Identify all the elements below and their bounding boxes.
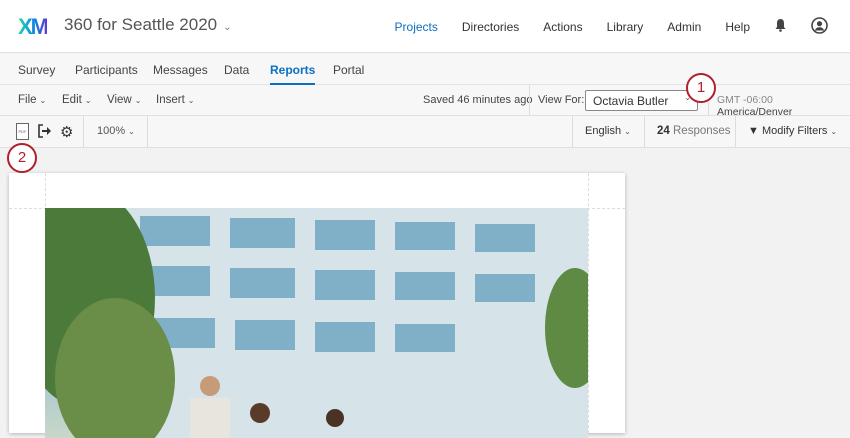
export-icon[interactable]	[38, 124, 52, 141]
report-toolbar: PDF ⚙ 100% ⌄ English ⌄ 24 Responses ▼ Modi…	[0, 116, 850, 148]
menu-bar: File ⌄ Edit ⌄ View ⌄ Insert ⌄ Saved 46 minut…	[0, 85, 850, 118]
nav-help[interactable]: Help	[725, 20, 750, 34]
saved-status: Saved 46 minutes ago	[423, 94, 533, 106]
margin-guide	[588, 173, 589, 433]
divider	[644, 116, 645, 147]
tab-participants[interactable]: Participants	[75, 63, 138, 77]
zoom-value: 100%	[97, 125, 126, 137]
chevron-down-icon: ⌄	[128, 127, 135, 136]
report-canvas	[0, 148, 850, 438]
tab-portal[interactable]: Portal	[333, 63, 364, 77]
chevron-down-icon: ⌄	[830, 127, 838, 136]
menu-insert-label: Insert	[156, 94, 185, 106]
pdf-icon[interactable]: PDF	[16, 123, 29, 140]
nav-projects[interactable]: Projects	[395, 20, 438, 34]
view-for-value: Octavia Butler	[593, 94, 669, 108]
view-for-label: View For:	[538, 94, 585, 106]
cover-image[interactable]	[45, 208, 588, 438]
divider	[572, 116, 573, 147]
gear-icon[interactable]: ⚙	[60, 123, 73, 141]
chevron-down-icon: ⌄	[39, 96, 47, 105]
bell-icon[interactable]	[774, 18, 787, 35]
tab-survey[interactable]: Survey	[18, 63, 55, 77]
divider	[735, 116, 736, 147]
callout-2: 2	[7, 143, 37, 173]
zoom-select[interactable]: 100% ⌄	[97, 125, 135, 137]
modify-filters-button[interactable]: ▼ Modify Filters ⌄	[748, 125, 837, 137]
menu-file-label: File	[18, 94, 37, 106]
user-avatar-icon[interactable]	[811, 16, 828, 37]
responses-label: Responses	[673, 125, 731, 137]
nav-library[interactable]: Library	[607, 20, 644, 34]
nav-admin[interactable]: Admin	[667, 20, 701, 34]
responses-count[interactable]: 24 Responses	[657, 125, 731, 137]
project-title-dropdown[interactable]: 360 for Seattle 2020 ⌄	[64, 15, 232, 35]
nav-directories[interactable]: Directories	[462, 20, 519, 34]
divider	[147, 116, 148, 147]
callout-1: 1	[686, 73, 716, 103]
tab-reports[interactable]: Reports	[270, 63, 316, 85]
tab-messages[interactable]: Messages	[153, 63, 208, 77]
chevron-down-icon: ⌄	[134, 96, 142, 105]
top-nav: Projects Directories Actions Library Adm…	[395, 0, 850, 53]
responses-number: 24	[657, 125, 670, 137]
xm-logo[interactable]: XM	[18, 14, 49, 40]
report-page[interactable]	[9, 173, 625, 438]
tab-data[interactable]: Data	[224, 63, 249, 77]
chevron-down-icon: ⌄	[223, 22, 232, 33]
menu-view[interactable]: View ⌄	[107, 94, 141, 106]
top-bar: XM 360 for Seattle 2020 ⌄ Projects Direct…	[0, 0, 850, 53]
divider	[83, 116, 84, 147]
view-for-select[interactable]: Octavia Butler ⌄	[585, 90, 698, 111]
project-tabs: Survey Participants Messages Data Report…	[0, 54, 850, 85]
chevron-down-icon: ⌄	[187, 96, 195, 105]
timezone: GMT -06:00 America/Denver	[717, 94, 850, 118]
chevron-down-icon: ⌄	[84, 96, 92, 105]
filter-icon: ▼	[748, 125, 759, 137]
menu-edit-label: Edit	[62, 94, 82, 106]
chevron-down-icon: ⌄	[624, 127, 631, 136]
timezone-offset: GMT -06:00	[717, 94, 773, 106]
menu-edit[interactable]: Edit ⌄	[62, 94, 92, 106]
divider	[529, 85, 530, 115]
menu-insert[interactable]: Insert ⌄	[156, 94, 194, 106]
nav-actions[interactable]: Actions	[543, 20, 582, 34]
language-select[interactable]: English ⌄	[585, 125, 631, 137]
language-value: English	[585, 125, 622, 137]
modify-filters-label: Modify Filters	[761, 125, 828, 137]
project-title: 360 for Seattle 2020	[64, 15, 218, 34]
menu-file[interactable]: File ⌄	[18, 94, 46, 106]
menu-view-label: View	[107, 94, 132, 106]
